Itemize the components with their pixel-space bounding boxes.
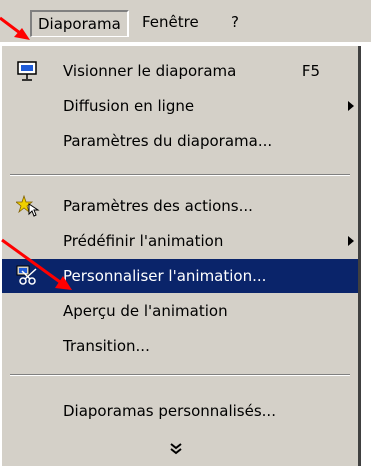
annotation-arrow-personnaliser — [1, 238, 72, 290]
annotation-arrow-menubar — [0, 16, 30, 40]
annotation-arrows — [0, 16, 72, 290]
